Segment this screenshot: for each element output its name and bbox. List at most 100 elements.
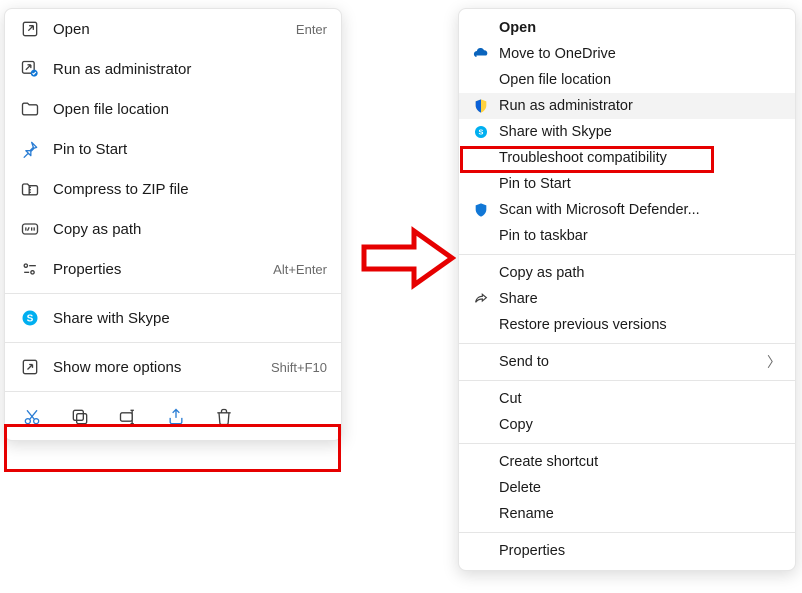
blank-icon <box>471 315 491 335</box>
menu-item-label: Copy <box>499 417 781 433</box>
share-icon <box>471 289 491 309</box>
annotation-arrow-icon <box>360 225 456 291</box>
menu-item-label: Properties <box>499 543 781 559</box>
separator <box>459 532 795 533</box>
menu-item-restore-previous-versions[interactable]: Restore previous versions <box>459 312 795 338</box>
menu-item-open[interactable]: Open Enter <box>5 9 341 49</box>
separator <box>5 293 341 294</box>
menu-item-label: Move to OneDrive <box>499 46 781 62</box>
menu-item-run-as-admin[interactable]: Run as administrator <box>459 93 795 119</box>
menu-item-share-skype[interactable]: S Share with Skype <box>5 298 341 338</box>
menu-item-label: Copy as path <box>53 221 327 238</box>
open-icon <box>19 18 41 40</box>
menu-item-label: Share with Skype <box>499 124 781 140</box>
menu-item-copy[interactable]: Copy <box>459 412 795 438</box>
menu-item-send-to[interactable]: Send to〉 <box>459 349 795 375</box>
rename-button[interactable] <box>117 406 139 428</box>
context-menu-win11: Open Enter Run as administrator Open fil… <box>4 8 342 441</box>
separator <box>5 342 341 343</box>
pin-icon <box>19 138 41 160</box>
blank-icon <box>471 452 491 472</box>
menu-item-troubleshoot-compatibility[interactable]: Troubleshoot compatibility <box>459 145 795 171</box>
menu-item-label: Open <box>53 21 296 38</box>
blank-icon <box>471 148 491 168</box>
share-button[interactable] <box>165 406 187 428</box>
menu-item-delete[interactable]: Delete <box>459 475 795 501</box>
onedrive-icon <box>471 44 491 64</box>
menu-item-move-to-onedrive[interactable]: Move to OneDrive <box>459 41 795 67</box>
admin-icon <box>19 58 41 80</box>
menu-item-label: Restore previous versions <box>499 317 781 333</box>
menu-item-label: Pin to Start <box>499 176 781 192</box>
menu-item-pin-to-start[interactable]: Pin to Start <box>5 129 341 169</box>
separator <box>459 380 795 381</box>
blank-icon <box>471 70 491 90</box>
path-icon <box>19 218 41 240</box>
menu-item-label: Pin to taskbar <box>499 228 781 244</box>
separator <box>5 391 341 392</box>
menu-item-label: Properties <box>53 261 273 278</box>
menu-item-label: Run as administrator <box>499 98 781 114</box>
menu-item-share-skype[interactable]: S Share with Skype <box>459 119 795 145</box>
menu-item-open[interactable]: Open <box>459 15 795 41</box>
svg-text:S: S <box>479 128 484 137</box>
menu-item-label: Rename <box>499 506 781 522</box>
menu-item-open-file-location[interactable]: Open file location <box>459 67 795 93</box>
shield-icon <box>471 96 491 116</box>
menu-item-hotkey: Shift+F10 <box>271 360 327 375</box>
separator <box>459 443 795 444</box>
menu-item-label: Open file location <box>53 101 327 118</box>
menu-item-run-as-admin[interactable]: Run as administrator <box>5 49 341 89</box>
menu-item-properties[interactable]: Properties <box>459 538 795 564</box>
separator <box>459 254 795 255</box>
menu-item-scan-defender[interactable]: Scan with Microsoft Defender... <box>459 197 795 223</box>
cut-button[interactable] <box>21 406 43 428</box>
copy-button[interactable] <box>69 406 91 428</box>
menu-item-pin-to-taskbar[interactable]: Pin to taskbar <box>459 223 795 249</box>
menu-item-label: Show more options <box>53 359 271 376</box>
menu-item-hotkey: Alt+Enter <box>273 262 327 277</box>
blank-icon <box>471 478 491 498</box>
menu-item-hotkey: Enter <box>296 22 327 37</box>
blank-icon <box>471 415 491 435</box>
blank-icon <box>471 18 491 38</box>
submenu-chevron-icon: 〉 <box>767 352 781 372</box>
menu-item-label: Cut <box>499 391 781 407</box>
menu-item-open-file-location[interactable]: Open file location <box>5 89 341 129</box>
menu-item-compress-zip[interactable]: Compress to ZIP file <box>5 169 341 209</box>
blank-icon <box>471 226 491 246</box>
svg-text:S: S <box>27 313 34 324</box>
menu-item-label: Share with Skype <box>53 310 327 327</box>
menu-item-copy-as-path[interactable]: Copy as path <box>459 260 795 286</box>
menu-item-label: Compress to ZIP file <box>53 181 327 198</box>
menu-item-pin-to-start[interactable]: Pin to Start <box>459 171 795 197</box>
menu-item-label: Run as administrator <box>53 61 327 78</box>
folder-icon <box>19 98 41 120</box>
menu-item-rename[interactable]: Rename <box>459 501 795 527</box>
zip-icon <box>19 178 41 200</box>
defender-icon <box>471 200 491 220</box>
menu-item-properties[interactable]: Properties Alt+Enter <box>5 249 341 289</box>
properties-icon <box>19 258 41 280</box>
menu-item-show-more-options[interactable]: Show more options Shift+F10 <box>5 347 341 387</box>
quick-action-toolbar <box>5 396 341 440</box>
context-menu-legacy: Open Move to OneDrive Open file location… <box>458 8 796 571</box>
menu-item-cut[interactable]: Cut <box>459 386 795 412</box>
delete-button[interactable] <box>213 406 235 428</box>
menu-item-label: Pin to Start <box>53 141 327 158</box>
menu-item-label: Open file location <box>499 72 781 88</box>
menu-item-copy-as-path[interactable]: Copy as path <box>5 209 341 249</box>
menu-item-label: Open <box>499 20 781 36</box>
more-options-icon <box>19 356 41 378</box>
skype-icon: S <box>471 122 491 142</box>
menu-item-label: Troubleshoot compatibility <box>499 150 781 166</box>
menu-item-label: Delete <box>499 480 781 496</box>
menu-item-label: Send to <box>499 354 767 370</box>
menu-item-label: Create shortcut <box>499 454 781 470</box>
blank-icon <box>471 174 491 194</box>
menu-item-create-shortcut[interactable]: Create shortcut <box>459 449 795 475</box>
menu-item-share[interactable]: Share <box>459 286 795 312</box>
separator <box>459 343 795 344</box>
skype-icon: S <box>19 307 41 329</box>
menu-item-label: Scan with Microsoft Defender... <box>499 202 781 218</box>
